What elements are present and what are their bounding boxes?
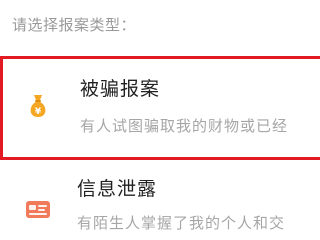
money-bag-icon: ¥ [25, 93, 51, 119]
id-card-icon [25, 196, 51, 222]
option-description: 有人试图骗取我的财物或已经 [80, 117, 289, 135]
report-type-prompt: 请选择报案类型： [12, 16, 137, 34]
option-info-leak[interactable]: 信息泄露 有陌生人掌握了我的个人和交 [0, 168, 320, 240]
svg-text:¥: ¥ [35, 107, 42, 117]
option-fraud-report[interactable]: ¥ 被骗报案 有人试图骗取我的财物或已经 [0, 56, 320, 160]
option-title: 被骗报案 [80, 78, 161, 100]
option-title: 信息泄露 [77, 178, 158, 200]
option-description: 有陌生人掌握了我的个人和交 [77, 214, 286, 232]
